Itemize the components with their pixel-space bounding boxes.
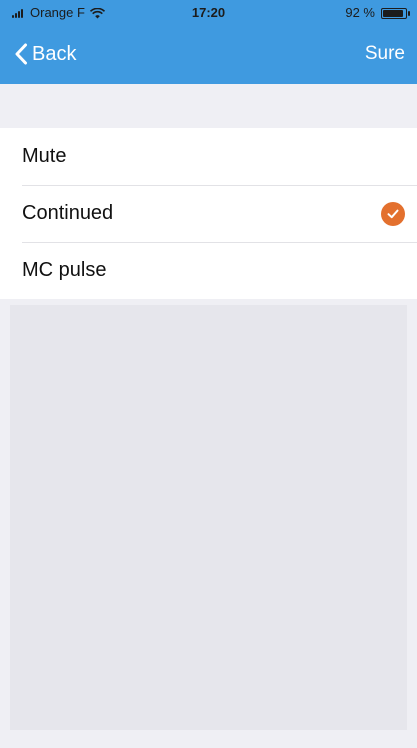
list-item-label: MC pulse: [22, 259, 107, 281]
check-circle-icon: [381, 201, 405, 226]
sure-button[interactable]: Sure: [365, 38, 405, 70]
battery-percent: 92 %: [345, 5, 375, 20]
list-item-continued[interactable]: Continued: [0, 185, 417, 242]
chevron-left-icon: [14, 43, 28, 65]
list-item-label: Mute: [22, 145, 67, 167]
list-item-label: Continued: [22, 202, 114, 224]
back-label: Back: [32, 42, 77, 65]
back-button[interactable]: Back: [14, 38, 76, 70]
app-screen: Orange F 17:20 92 % Back Sure Mute Conti…: [0, 0, 417, 748]
empty-panel: [10, 305, 407, 730]
status-bar: Orange F 17:20 92 %: [0, 0, 417, 26]
battery-icon: [381, 7, 410, 19]
nav-bar: Back Sure: [0, 26, 417, 84]
option-list: Mute Continued MC pulse: [0, 128, 417, 299]
status-right: 92 %: [345, 0, 410, 26]
header: Orange F 17:20 92 % Back Sure: [0, 0, 417, 84]
list-item-mute[interactable]: Mute: [0, 128, 417, 185]
battery-fill: [383, 9, 404, 17]
list-item-mc-pulse[interactable]: MC pulse: [0, 242, 417, 299]
